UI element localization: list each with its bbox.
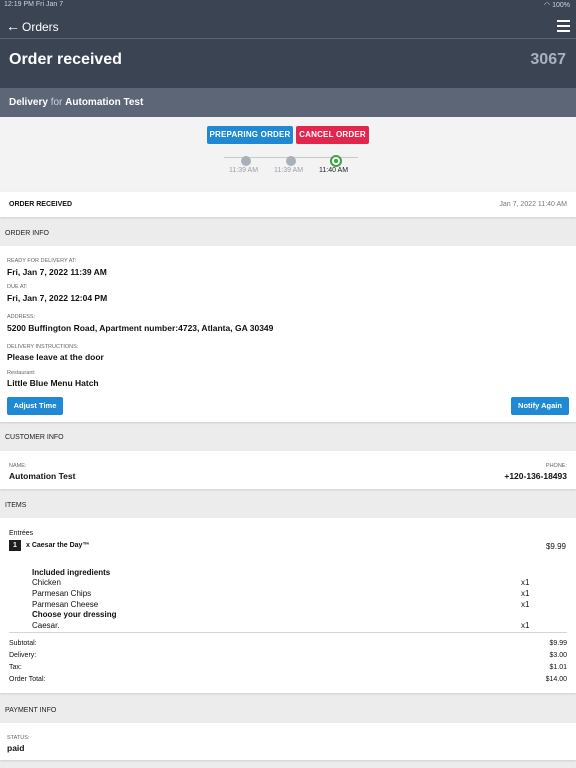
order-info-card: READY FOR DELIVERY AT: Fri, Jan 7, 2022 … xyxy=(0,246,576,422)
item-category: Entrées xyxy=(9,530,34,537)
customer-name-value: Automation Test xyxy=(9,471,76,481)
status-timestamp: Jan 7, 2022 11:40 AM xyxy=(499,201,567,208)
delivery-bar: Delivery for Automation Test xyxy=(0,88,576,117)
customer-phone-value: +120-136-18493 xyxy=(504,471,567,481)
delivery-for: for xyxy=(50,97,63,108)
item-price: $9.99 xyxy=(545,542,566,551)
timeline-time: 11:39 AM xyxy=(274,167,304,174)
customer-info-card: NAME: Automation Test PHONE: +120-136-18… xyxy=(0,451,576,489)
order-info-heading: ORDER INFO xyxy=(5,230,49,237)
ready-value: Fri, Jan 7, 2022 11:39 AM xyxy=(7,267,107,277)
dressing-name: Caesar. xyxy=(32,621,60,630)
timeline-dot xyxy=(286,156,296,166)
cancel-order-button[interactable]: CANCEL ORDER xyxy=(296,126,369,144)
item-name: x Caesar the Day™ xyxy=(26,542,90,549)
hamburger-menu-icon[interactable] xyxy=(557,20,570,35)
wifi-icon: ◠ xyxy=(544,2,551,9)
ingredient-name: Parmesan Chips xyxy=(32,589,92,598)
items-divider xyxy=(9,632,567,633)
tax-label: Tax: xyxy=(9,664,22,671)
nav-bar: ← Orders xyxy=(0,14,576,39)
instructions-value: Please leave at the door xyxy=(7,352,104,362)
notify-again-button[interactable]: Notify Again xyxy=(511,397,569,415)
payment-status-label: STATUS: xyxy=(7,735,30,741)
subtotal-label: Subtotal: xyxy=(9,640,37,647)
tax-value: $1.01 xyxy=(549,664,567,671)
included-ingredients-heading: Included ingredients xyxy=(32,568,111,577)
ingredient-name: Parmesan Cheese xyxy=(32,600,99,609)
payment-info-card: STATUS: paid xyxy=(0,723,576,760)
payment-info-heading: PAYMENT INFO xyxy=(5,707,57,714)
address-value: 5200 Buffington Road, Apartment number:4… xyxy=(7,323,274,333)
customer-name-label: NAME: xyxy=(9,463,27,469)
status-bar: 12:19 PM Fri Jan 7 ◠ 100% xyxy=(0,0,576,10)
payment-status-value: paid xyxy=(7,743,25,753)
battery-indicator: ◠ 100% xyxy=(544,1,570,9)
delivery-customer: Automation Test xyxy=(65,97,144,108)
battery-percent: 100% xyxy=(552,2,570,9)
timeline-time: 11:40 AM xyxy=(319,167,349,174)
restaurant-label: Restaurant: xyxy=(7,370,36,376)
ready-label: READY FOR DELIVERY AT: xyxy=(7,258,77,264)
back-button-label[interactable]: Orders xyxy=(22,20,59,34)
status-label: ORDER RECEIVED xyxy=(9,201,73,208)
customer-info-heading: CUSTOMER INFO xyxy=(5,434,64,441)
subtotal-value: $9.99 xyxy=(549,640,567,647)
status-row: ORDER RECEIVED Jan 7, 2022 11:40 AM xyxy=(0,192,576,217)
page-title: Order received xyxy=(9,51,122,68)
ingredient-qty: x1 xyxy=(521,578,530,587)
instructions-label: DELIVERY INSTRUCTIONS: xyxy=(7,344,79,350)
title-row: Order received 3067 xyxy=(0,39,576,87)
order-total-label: Order Total: xyxy=(9,676,46,683)
item-quantity-badge: 1 xyxy=(9,540,21,551)
ingredient-name: Chicken xyxy=(32,578,61,587)
address-label: ADDRESS: xyxy=(7,314,36,320)
timeline-dot xyxy=(241,156,251,166)
ingredient-qty: x1 xyxy=(521,600,530,609)
restaurant-value: Little Blue Menu Hatch xyxy=(7,378,99,388)
due-value: Fri, Jan 7, 2022 12:04 PM xyxy=(7,293,108,303)
back-arrow-icon[interactable]: ← xyxy=(6,19,20,33)
dressing-qty: x1 xyxy=(521,621,530,630)
app-header: 12:19 PM Fri Jan 7 ◠ 100% ← Orders Order… xyxy=(0,0,576,117)
customer-phone-label: PHONE: xyxy=(545,463,567,469)
order-actions-area: PREPARING ORDER CANCEL ORDER 11:39 AM 11… xyxy=(0,117,576,192)
dressing-heading: Choose your dressing xyxy=(32,610,117,619)
due-label: DUE AT: xyxy=(7,284,28,290)
delivery-fee-value: $3.00 xyxy=(549,652,567,659)
status-time: 12:19 PM Fri Jan 7 xyxy=(4,1,64,8)
delivery-type: Delivery xyxy=(9,97,48,108)
order-number: 3067 xyxy=(530,51,566,68)
items-heading: ITEMS xyxy=(5,502,27,509)
delivery-fee-label: Delivery: xyxy=(9,652,37,659)
ingredient-qty: x1 xyxy=(521,589,530,598)
timeline-dot-current xyxy=(330,155,342,167)
order-total-value: $14.00 xyxy=(545,676,567,683)
timeline-time: 11:39 AM xyxy=(229,167,259,174)
preparing-order-button[interactable]: PREPARING ORDER xyxy=(207,126,293,144)
adjust-time-button[interactable]: Adjust Time xyxy=(7,397,63,415)
